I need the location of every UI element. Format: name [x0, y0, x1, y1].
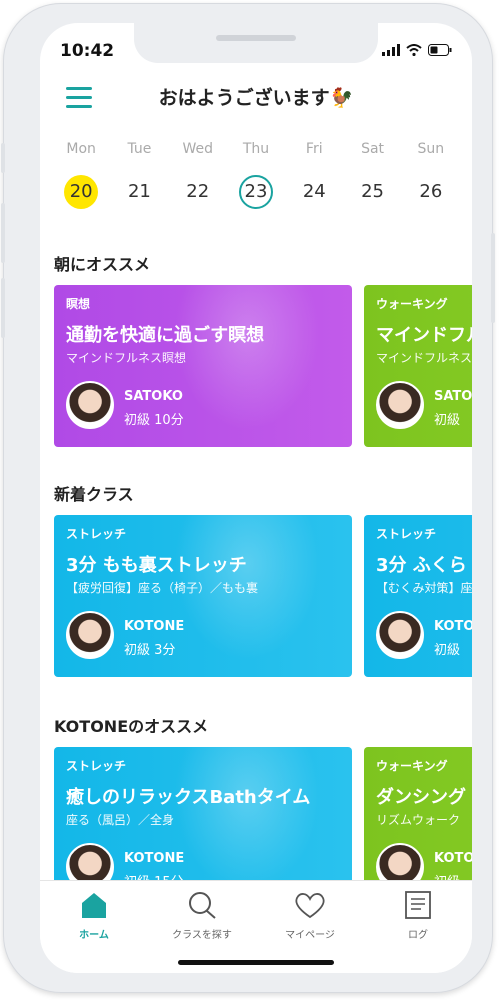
card-category: ストレッチ: [66, 759, 127, 773]
class-card[interactable]: ウォーキング マインドフル マインドフルネス SATO 初級: [364, 285, 472, 447]
card-title: 癒しのリラックスBathタイム: [66, 787, 311, 808]
home-icon: [82, 893, 106, 918]
card-category: 瞑想: [66, 297, 91, 311]
day-sun[interactable]: Sun 26: [402, 141, 460, 209]
day-number: 20: [64, 175, 99, 209]
week-calendar: Mon 20 Tue 21 Wed 22 Thu 23 Fri 24 Sat 25 Sun 2…: [52, 141, 460, 209]
tab-label: ホーム: [79, 930, 109, 941]
day-thu[interactable]: Thu 23: [227, 141, 285, 209]
card-level: 初級 10分: [124, 413, 184, 428]
card-title: 3分 もも裏ストレッチ: [66, 555, 247, 576]
day-number: 21: [127, 181, 151, 202]
day-number: 26: [419, 181, 443, 202]
class-card[interactable]: ストレッチ 3分 もも裏ストレッチ 【疲労回復】座る（椅子）／もも裏 KOTON…: [54, 515, 352, 677]
app-screen: 10:42 おはようございます🐓 Mon 20 Tue 21 Wed 22 Thu 23…: [40, 23, 472, 973]
card-row: ストレッチ 3分 もも裏ストレッチ 【疲労回復】座る（椅子）／もも裏 KOTON…: [54, 515, 472, 677]
day-number: 25: [361, 181, 384, 202]
side-button: [1, 278, 5, 338]
day-name: Sat: [361, 141, 385, 157]
day-number: 22: [186, 181, 210, 202]
day-mon[interactable]: Mon 20: [52, 141, 110, 209]
card-level: 初級: [434, 413, 461, 428]
instructor-avatar: [376, 611, 424, 659]
phone-frame: 10:42 おはようございます🐓 Mon 20 Tue 21 Wed 22 Thu 23…: [1, 3, 495, 993]
class-card[interactable]: ストレッチ 3分 ふくら 【むくみ対策】座 KOTO 初級: [364, 515, 472, 677]
instructor-name: SATOKO: [124, 389, 183, 404]
instructor-avatar: [66, 611, 114, 659]
section-title: KOTONEのオススメ: [54, 717, 209, 736]
card-row: 瞑想 通勤を快適に過ごす瞑想 マインドフルネス瞑想 SATOKO 初級 10分 …: [54, 285, 472, 447]
status-time: 10:42: [60, 41, 115, 61]
day-name: Fri: [305, 141, 323, 157]
card-title: 3分 ふくら: [376, 555, 467, 576]
wifi-icon: [406, 44, 422, 56]
instructor-name: KOTO: [434, 619, 472, 634]
card-level: 初級 3分: [124, 643, 176, 658]
instructor-name: KOTONE: [124, 619, 185, 634]
day-fri[interactable]: Fri 24: [285, 141, 343, 209]
tab-label: ログ: [408, 930, 428, 941]
instructor-name: KOTONE: [124, 851, 185, 866]
side-button: [1, 143, 5, 173]
card-title: ダンシング: [376, 787, 466, 808]
instructor-avatar: [66, 381, 114, 429]
tab-home[interactable]: ホーム: [40, 881, 148, 973]
card-subtitle: 【疲労回復】座る（椅子）／もも裏: [66, 581, 259, 595]
card-subtitle: マインドフルネス: [376, 351, 472, 365]
card-level: 初級: [434, 643, 461, 658]
speaker: [216, 35, 296, 41]
instructor-avatar: [376, 381, 424, 429]
day-tue[interactable]: Tue 21: [110, 141, 168, 209]
search-icon: [189, 892, 216, 919]
card-subtitle: 【むくみ対策】座: [376, 581, 472, 595]
card-photo: [162, 285, 332, 447]
tab-label: マイページ: [285, 930, 335, 941]
battery-icon: [428, 44, 452, 56]
card-subtitle: リズムウォーク: [376, 813, 461, 827]
tab-label: クラスを探す: [172, 930, 232, 941]
card-subtitle: マインドフルネス瞑想: [66, 351, 187, 365]
section-title: 新着クラス: [54, 485, 134, 504]
instructor-name: SATO: [434, 389, 472, 404]
day-number: 23: [238, 175, 273, 209]
card-category: ストレッチ: [376, 527, 437, 541]
card-title: マインドフル: [376, 325, 472, 346]
day-name: Sun: [417, 141, 445, 157]
notch: [134, 23, 378, 63]
day-name: Tue: [127, 141, 152, 157]
signal-icon: [382, 44, 400, 56]
log-icon: [405, 891, 431, 919]
card-category: ウォーキング: [376, 759, 448, 773]
day-name: Wed: [182, 141, 213, 157]
card-category: ウォーキング: [376, 297, 448, 311]
day-name: Mon: [66, 141, 96, 157]
card-subtitle: 座る（風呂）／全身: [66, 813, 175, 827]
side-button: [491, 233, 495, 323]
day-name: Thu: [242, 141, 270, 157]
tab-bar: ホーム クラスを探す マイページ ログ: [40, 880, 472, 973]
card-title: 通勤を快適に過ごす瞑想: [66, 325, 265, 346]
card-category: ストレッチ: [66, 527, 127, 541]
day-wed[interactable]: Wed 22: [169, 141, 227, 209]
home-indicator[interactable]: [178, 960, 334, 965]
section-title: 朝にオススメ: [54, 255, 151, 274]
heart-icon: [295, 893, 325, 919]
day-number: 24: [302, 181, 326, 202]
greeting-title: おはようございます🐓: [158, 87, 354, 109]
card-photo: [162, 515, 332, 677]
tab-log[interactable]: ログ: [364, 881, 472, 973]
day-sat[interactable]: Sat 25: [343, 141, 401, 209]
status-icons: [382, 44, 452, 56]
instructor-name: KOTO: [434, 851, 472, 866]
side-button: [1, 203, 5, 263]
class-card[interactable]: 瞑想 通勤を快適に過ごす瞑想 マインドフルネス瞑想 SATOKO 初級 10分: [54, 285, 352, 447]
